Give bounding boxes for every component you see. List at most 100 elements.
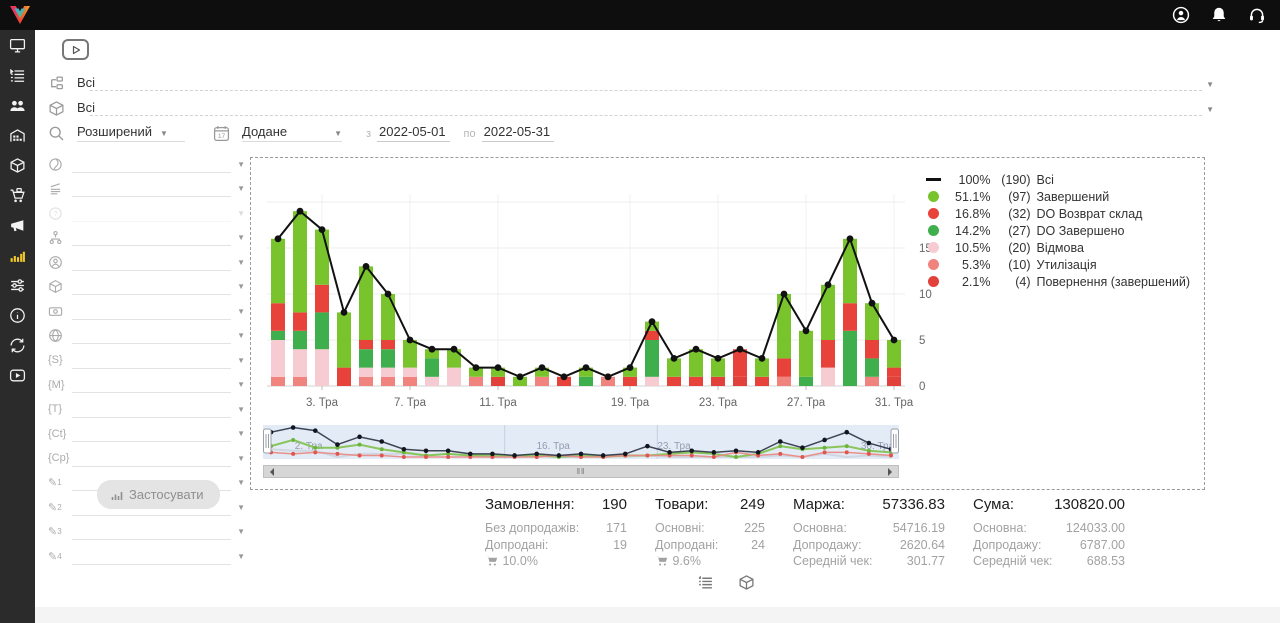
filter-input-underline[interactable]: [72, 376, 231, 393]
filter-row-pencil-3: ✎3▼: [48, 520, 245, 545]
user-account-icon[interactable]: [1172, 6, 1190, 24]
sitemap-icon: [48, 230, 72, 245]
legend-item[interactable]: 100%(190)Всі: [925, 171, 1190, 188]
status-lines-icon: [48, 181, 72, 196]
filter-input-underline[interactable]: [72, 401, 231, 418]
sidebar-item-products-cube[interactable]: [0, 150, 35, 180]
money-icon: [48, 304, 72, 319]
category-caret-icon[interactable]: ▼: [1206, 80, 1214, 89]
legend-item[interactable]: 2.1%(4)Повернення (завершений): [925, 273, 1190, 290]
stat-card-title: Товари:249: [655, 496, 765, 513]
filter-input-underline[interactable]: [72, 229, 231, 246]
date-to-input[interactable]: 2022-05-31: [482, 124, 555, 142]
sidebar-item-video-tutorials[interactable]: [0, 360, 35, 390]
tutorial-play-button[interactable]: [62, 39, 89, 60]
filter-caret-icon[interactable]: ▼: [237, 429, 245, 438]
filter-row-globe: ▼: [48, 324, 245, 349]
filter-input-underline[interactable]: [72, 425, 231, 442]
filter-caret-icon[interactable]: ▼: [237, 503, 245, 512]
orders-stacked-chart[interactable]: 3. Тра7. Тра11. Тра19. Тра23. Тра27. Тра…: [263, 164, 963, 420]
filter-caret-icon[interactable]: ▼: [237, 454, 245, 463]
apply-button[interactable]: Застосувати: [97, 480, 220, 509]
brace-cp-icon: {Cp}: [48, 452, 72, 464]
sidebar-item-info[interactable]: [0, 300, 35, 330]
filter-row-pencil-4: ✎4 ▼: [48, 544, 245, 569]
sidebar-item-partners-handshake[interactable]: [0, 330, 35, 360]
scroll-grip[interactable]: ‖‖: [577, 467, 586, 476]
filter-input-underline[interactable]: [72, 352, 231, 369]
scroll-right-icon[interactable]: [888, 468, 896, 476]
legend-percent: 14.2%: [946, 224, 990, 238]
sidebar-item-dashboard-monitor[interactable]: [0, 30, 35, 60]
pencil-4-icon: ✎4: [48, 550, 72, 563]
search-icon: [48, 125, 65, 142]
orders-view-list-icon[interactable]: [697, 574, 714, 591]
filter-caret-icon[interactable]: ▼: [237, 184, 245, 193]
navigator-scrollbar[interactable]: ‖‖: [263, 465, 899, 478]
filter-caret-icon[interactable]: ▼: [237, 331, 245, 340]
sidebar-item-clients-users[interactable]: [0, 90, 35, 120]
filter-caret-icon[interactable]: ▼: [237, 552, 245, 561]
sidebar-item-marketing-megaphone[interactable]: [0, 210, 35, 240]
filter-caret-icon[interactable]: ▼: [237, 307, 245, 316]
product-filter-underline[interactable]: [90, 115, 1202, 116]
sidebar-item-orders-list[interactable]: [0, 60, 35, 90]
product-filter-row: Всі ▼: [48, 95, 1250, 117]
filter-caret-icon[interactable]: ▼: [237, 356, 245, 365]
filter-input-underline[interactable]: [72, 523, 231, 540]
legend-item[interactable]: 5.3%(10)Утилізація: [925, 256, 1190, 273]
filter-input-underline[interactable]: [72, 205, 231, 222]
filter-input-underline[interactable]: [72, 156, 231, 173]
svg-text:10: 10: [919, 289, 932, 301]
notifications-bell-icon[interactable]: [1210, 6, 1228, 24]
legend-item[interactable]: 10.5%(20)Відмова: [925, 239, 1190, 256]
legend-item[interactable]: 16.8%(32)DO Возврат склад: [925, 205, 1190, 222]
left-sidebar: [0, 30, 35, 623]
main-content: Всі ▼ Всі ▼ Розширений ▼ 17: [35, 30, 1280, 623]
filter-input-underline[interactable]: [72, 254, 231, 271]
filter-input-underline[interactable]: [72, 180, 231, 197]
filter-caret-icon[interactable]: ▼: [237, 209, 245, 218]
sidebar-item-procurement-cart[interactable]: [0, 180, 35, 210]
filter-input-underline[interactable]: [72, 450, 231, 467]
legend-label: Повернення (завершений): [1036, 275, 1190, 289]
filter-caret-icon[interactable]: ▼: [237, 478, 245, 487]
search-mode-select[interactable]: Розширений ▼: [77, 124, 185, 142]
category-tree-icon: [48, 75, 65, 92]
svg-text:7. Тра: 7. Тра: [394, 397, 427, 409]
chart-navigator[interactable]: 2. Тра16. Тра23. Тра30. Тра: [263, 424, 899, 465]
legend-line-marker: [925, 178, 941, 181]
filter-caret-icon[interactable]: ▼: [237, 527, 245, 536]
product-caret-icon[interactable]: ▼: [1206, 105, 1214, 114]
filter-input-underline[interactable]: [72, 548, 231, 565]
filter-caret-icon[interactable]: ▼: [237, 258, 245, 267]
scroll-left-icon[interactable]: [266, 468, 274, 476]
filter-caret-icon[interactable]: ▼: [237, 380, 245, 389]
app-logo[interactable]: [8, 3, 32, 27]
legend-item[interactable]: 14.2%(27)DO Завершено: [925, 222, 1190, 239]
filter-input-underline[interactable]: [72, 327, 231, 344]
brace-m-icon: {M}: [48, 379, 72, 391]
filter-row-user-circle: ▼: [48, 250, 245, 275]
filter-caret-icon[interactable]: ▼: [237, 282, 245, 291]
stat-sub-row: Допродажу:6787.00: [973, 537, 1125, 554]
filter-input-underline[interactable]: [72, 278, 231, 295]
sidebar-item-settings-sliders[interactable]: [0, 270, 35, 300]
date-field-select[interactable]: Додане ▼: [242, 124, 342, 142]
products-view-cube-icon[interactable]: [738, 574, 755, 591]
sidebar-item-warehouse[interactable]: [0, 120, 35, 150]
filter-caret-icon[interactable]: ▼: [237, 233, 245, 242]
category-filter-underline[interactable]: [90, 90, 1202, 91]
support-headset-icon[interactable]: [1248, 6, 1266, 24]
date-from-input[interactable]: 2022-05-01: [377, 124, 450, 142]
stat-card-title: Маржа:57336.83: [793, 496, 945, 513]
legend-item[interactable]: 51.1%(97)Завершений: [925, 188, 1190, 205]
legend-count: (27): [996, 224, 1030, 238]
filter-input-underline[interactable]: [72, 303, 231, 320]
legend-label: DO Возврат склад: [1036, 207, 1142, 221]
filter-caret-icon[interactable]: ▼: [237, 405, 245, 414]
filter-row-brace-s: {S}▼: [48, 348, 245, 373]
legend-count: (4): [996, 275, 1030, 289]
sidebar-item-analytics-chart[interactable]: [0, 240, 35, 270]
filter-caret-icon[interactable]: ▼: [237, 160, 245, 169]
